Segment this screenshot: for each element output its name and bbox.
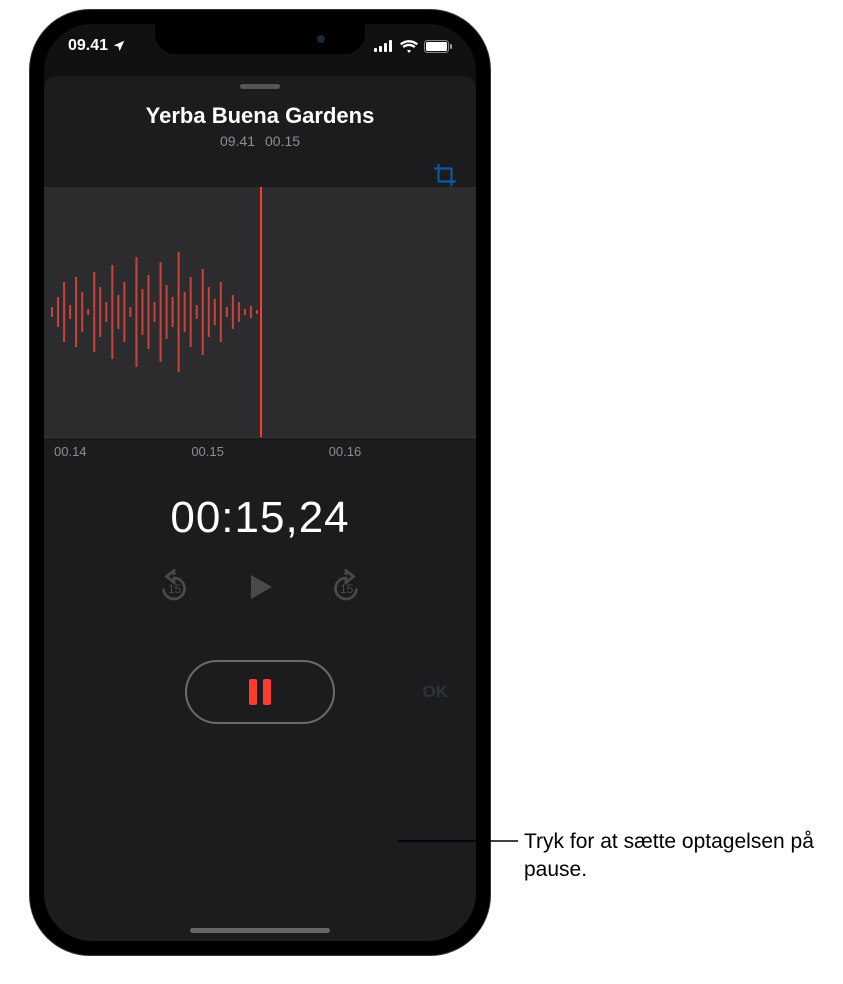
pause-icon: [249, 679, 271, 705]
recording-sheet: Yerba Buena Gardens 09.41 00.15: [44, 76, 476, 941]
ruler-tick: 00.14: [54, 444, 87, 459]
recording-duration-label: 00.15: [265, 133, 300, 149]
waveform-area[interactable]: [44, 187, 476, 437]
svg-text:15: 15: [168, 582, 182, 596]
phone-screen: 09.41 Yerba Buena Gardens: [44, 24, 476, 941]
home-indicator[interactable]: [190, 928, 330, 933]
status-time: 09.41: [68, 37, 108, 55]
sheet-grabber[interactable]: [240, 84, 280, 89]
recording-subtitle: 09.41 00.15: [44, 133, 476, 149]
elapsed-time: 00:15,24: [44, 493, 476, 543]
cellular-icon: [374, 40, 394, 52]
callout: Tryk for at sætte optagelsen på pause.: [398, 828, 818, 885]
wifi-icon: [400, 40, 418, 53]
phone-frame: 09.41 Yerba Buena Gardens: [30, 10, 490, 955]
ruler-tick: 00.15: [191, 444, 224, 459]
pause-button[interactable]: [185, 660, 335, 724]
location-icon: [112, 39, 126, 53]
forward-15-icon[interactable]: 15: [328, 569, 364, 610]
recording-title: Yerba Buena Gardens: [44, 103, 476, 129]
recording-time-label: 09.41: [220, 133, 255, 149]
playback-controls: 15 15: [44, 567, 476, 612]
done-button[interactable]: OK: [423, 682, 449, 702]
play-icon[interactable]: [242, 567, 278, 612]
callout-text: Tryk for at sætte optagelsen på pause.: [524, 828, 818, 885]
battery-icon: [424, 40, 452, 53]
svg-text:15: 15: [340, 582, 354, 596]
callout-leader-line: [398, 840, 518, 842]
notch: [155, 24, 365, 54]
rewind-15-icon[interactable]: 15: [156, 569, 192, 610]
time-ruler: 00.14 00.15 00.16: [44, 437, 476, 459]
ruler-tick: 00.16: [329, 444, 362, 459]
playhead[interactable]: [260, 187, 262, 437]
